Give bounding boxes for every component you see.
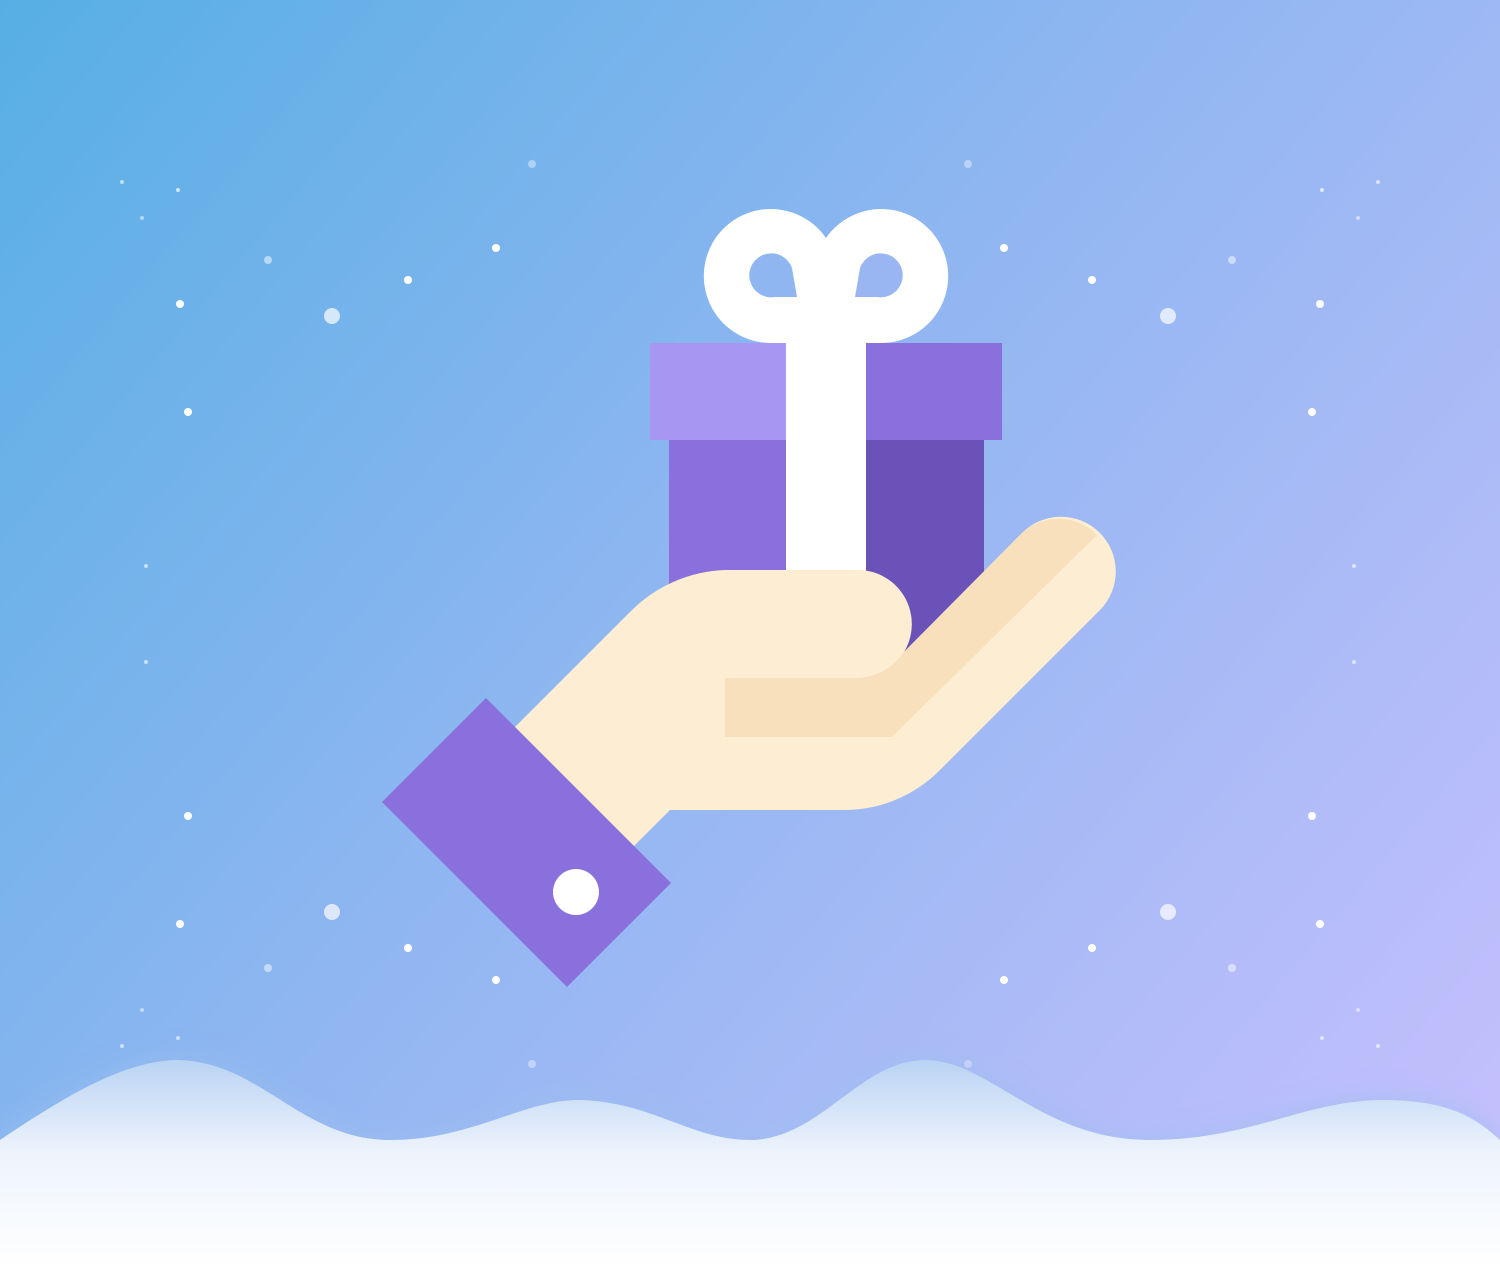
sparkle-dot [964,1060,972,1068]
sparkle-dot [1308,812,1316,820]
sparkle-dot [404,944,412,952]
sparkle-dot [324,308,340,324]
sparkle-dot [1088,944,1096,952]
sparkle-dot [1352,660,1356,664]
sparkle-dot [120,180,124,184]
sparkle-dot [1160,308,1176,324]
gift-illustration [0,0,1500,1268]
gift-illustration-canvas [0,0,1500,1268]
sparkle-dot [1228,964,1236,972]
sparkle-dot [1316,920,1324,928]
sparkle-dot [528,160,536,168]
sparkle-dot [1320,1036,1324,1040]
sparkle-dot [1376,180,1380,184]
sparkle-dot [144,660,148,664]
sparkle-dot [1316,300,1324,308]
sparkle-dot [184,408,192,416]
sparkle-dot [184,812,192,820]
sparkle-dot [964,160,972,168]
sparkle-dot [264,256,272,264]
sparkle-dot [1352,564,1356,568]
sparkle-dot [1088,276,1096,284]
sparkle-dot [1308,408,1316,416]
sparkle-dot [140,216,144,220]
sparkle-dot [140,1008,144,1012]
gift-ribbon [786,343,866,583]
sparkle-dot [1356,216,1360,220]
sparkle-dot [1000,244,1008,252]
sparkle-dot [1000,976,1008,984]
sparkle-dot [1356,1008,1360,1012]
sparkle-dot [1228,256,1236,264]
cuff-button [553,869,599,915]
sparkle-dot [1376,1044,1380,1048]
sparkle-dot [176,188,180,192]
gift-lid-right [866,343,1002,440]
sparkle-dot [404,276,412,284]
gift-lid-left [650,343,787,440]
sparkle-dot [176,920,184,928]
sparkle-dot [176,300,184,308]
sparkle-dot [528,1060,536,1068]
sparkle-dot [264,964,272,972]
sparkle-dot [120,1044,124,1048]
sparkle-dot [1160,904,1176,920]
sparkle-dot [1320,188,1324,192]
sparkle-dot [324,904,340,920]
sparkle-dot [492,976,500,984]
sparkle-dot [492,244,500,252]
sparkle-dot [176,1036,180,1040]
sparkle-dot [144,564,148,568]
